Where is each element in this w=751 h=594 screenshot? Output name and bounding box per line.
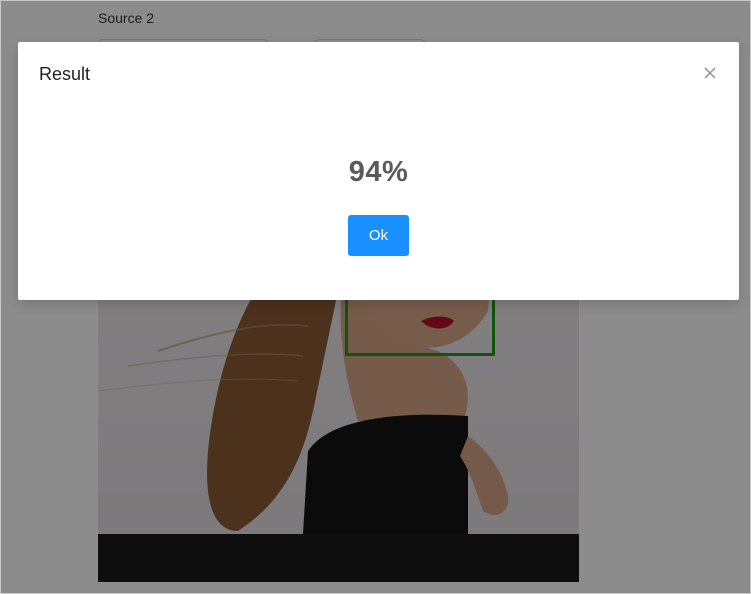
modal-title: Result xyxy=(39,64,91,84)
close-icon[interactable] xyxy=(701,64,719,82)
result-percentage: 94% xyxy=(348,156,409,188)
ok-button[interactable]: Ok xyxy=(348,215,409,256)
result-modal: Result 94% Ok xyxy=(18,42,739,300)
